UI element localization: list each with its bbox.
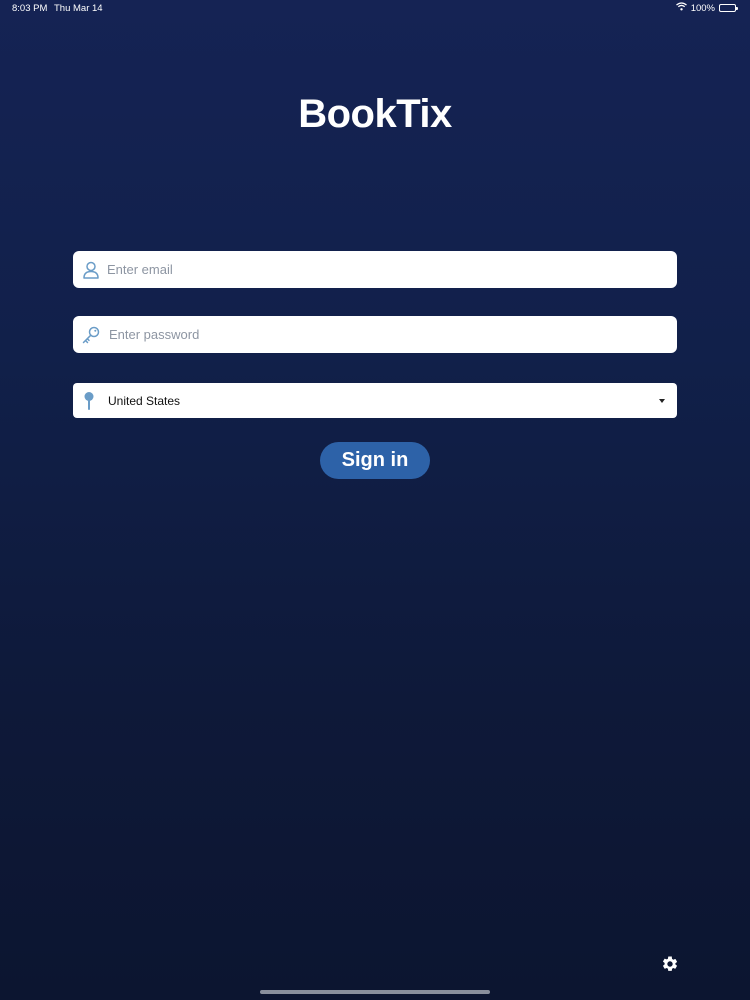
status-time: 8:03 PM [12, 3, 48, 14]
battery-icon [719, 4, 738, 12]
password-field[interactable] [73, 316, 677, 353]
home-indicator[interactable] [260, 990, 490, 994]
user-icon [81, 260, 101, 280]
app-logo: BookTix [298, 92, 452, 136]
status-bar: 8:03 PM Thu Mar 14 100% [0, 0, 750, 18]
status-date: Thu Mar 14 [54, 3, 103, 14]
key-icon [81, 325, 101, 345]
settings-button[interactable] [660, 955, 680, 975]
country-selected-value: United States [108, 394, 181, 408]
gear-icon [661, 956, 679, 976]
sign-in-button[interactable]: Sign in [320, 442, 430, 479]
wifi-icon [675, 2, 687, 14]
battery-percent: 100% [690, 2, 715, 14]
country-dropdown[interactable]: United States [73, 383, 677, 418]
email-input[interactable] [107, 251, 667, 288]
location-pin-icon [82, 391, 96, 411]
status-indicators: 100% [675, 2, 738, 14]
dropdown-caret-icon [659, 399, 665, 403]
email-field[interactable] [73, 251, 677, 288]
password-input[interactable] [109, 316, 669, 353]
